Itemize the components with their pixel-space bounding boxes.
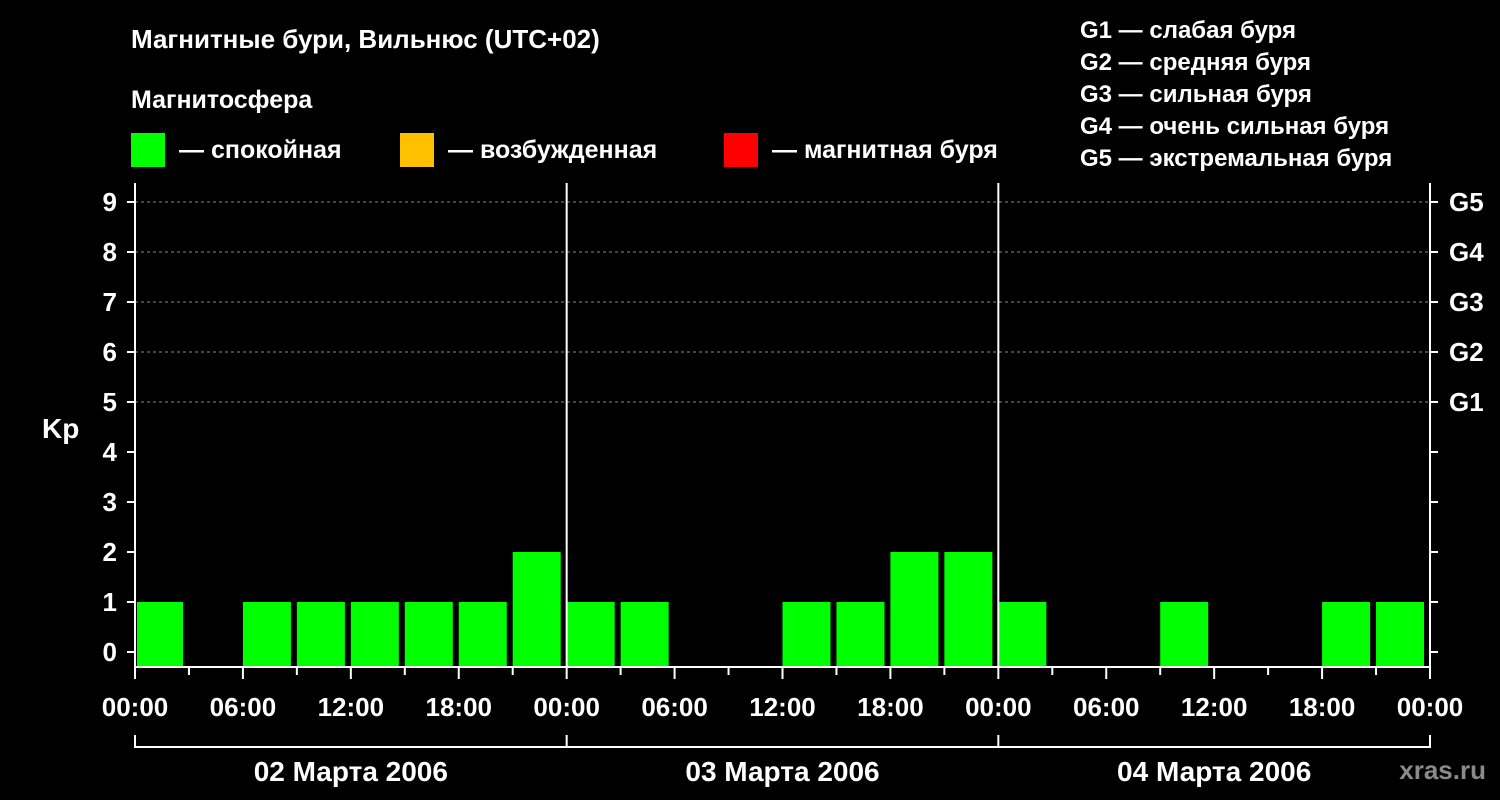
x-tick-label: 18:00 (426, 692, 493, 722)
bar (782, 602, 831, 667)
bar (350, 602, 399, 667)
bar (242, 602, 291, 667)
x-tick-label: 00:00 (965, 692, 1032, 722)
bar (404, 602, 453, 667)
g-tick-label: G5 (1449, 187, 1484, 217)
bar (944, 552, 993, 667)
bar (512, 552, 561, 667)
x-tick-label: 00:00 (533, 692, 600, 722)
watermark: xras.ru (1399, 755, 1486, 785)
bar (566, 602, 615, 667)
g-tick-label: G3 (1449, 287, 1484, 317)
day-label: 02 Марта 2006 (254, 756, 448, 787)
bar (137, 602, 183, 667)
y-tick-label: 6 (103, 337, 117, 367)
bar (1376, 602, 1425, 667)
x-tick-label: 06:00 (210, 692, 277, 722)
x-tick-label: 12:00 (318, 692, 385, 722)
x-tick-label: 00:00 (102, 692, 169, 722)
bar (1322, 602, 1371, 667)
g-tick-label: G1 (1449, 387, 1484, 417)
bar (1160, 602, 1209, 667)
bar (998, 602, 1047, 667)
x-tick-label: 12:00 (749, 692, 816, 722)
y-axis-label: Kp (42, 413, 79, 444)
g-tick-label: G4 (1449, 237, 1484, 267)
y-tick-label: 2 (103, 537, 117, 567)
bar (620, 602, 669, 667)
y-tick-label: 1 (103, 587, 117, 617)
kp-bar-chart: 0 1 2 3 4 5 6 7 8 9 G1 G2 G3 G4 G5 Kp 00:00 06:00 12:00 18:… (42, 183, 1484, 787)
y-tick-label: 8 (103, 237, 117, 267)
day-label: 03 Марта 2006 (685, 756, 879, 787)
x-tick-label: 12:00 (1181, 692, 1248, 722)
y-tick-label: 9 (103, 187, 117, 217)
y-tick-label: 5 (103, 387, 117, 417)
g-tick-label: G2 (1449, 337, 1484, 367)
x-tick-label: 00:00 (1397, 692, 1464, 722)
x-tick-label: 06:00 (641, 692, 708, 722)
y-tick-label: 7 (103, 287, 117, 317)
y-tick-label: 4 (103, 437, 118, 467)
bar (890, 552, 939, 667)
bar (296, 602, 345, 667)
y-tick-label: 0 (103, 637, 117, 667)
bar (836, 602, 885, 667)
bar (458, 602, 507, 667)
x-tick-label: 18:00 (857, 692, 924, 722)
y-tick-label: 3 (103, 487, 117, 517)
day-label: 04 Марта 2006 (1117, 756, 1311, 787)
x-tick-label: 06:00 (1073, 692, 1140, 722)
x-tick-label: 18:00 (1289, 692, 1356, 722)
